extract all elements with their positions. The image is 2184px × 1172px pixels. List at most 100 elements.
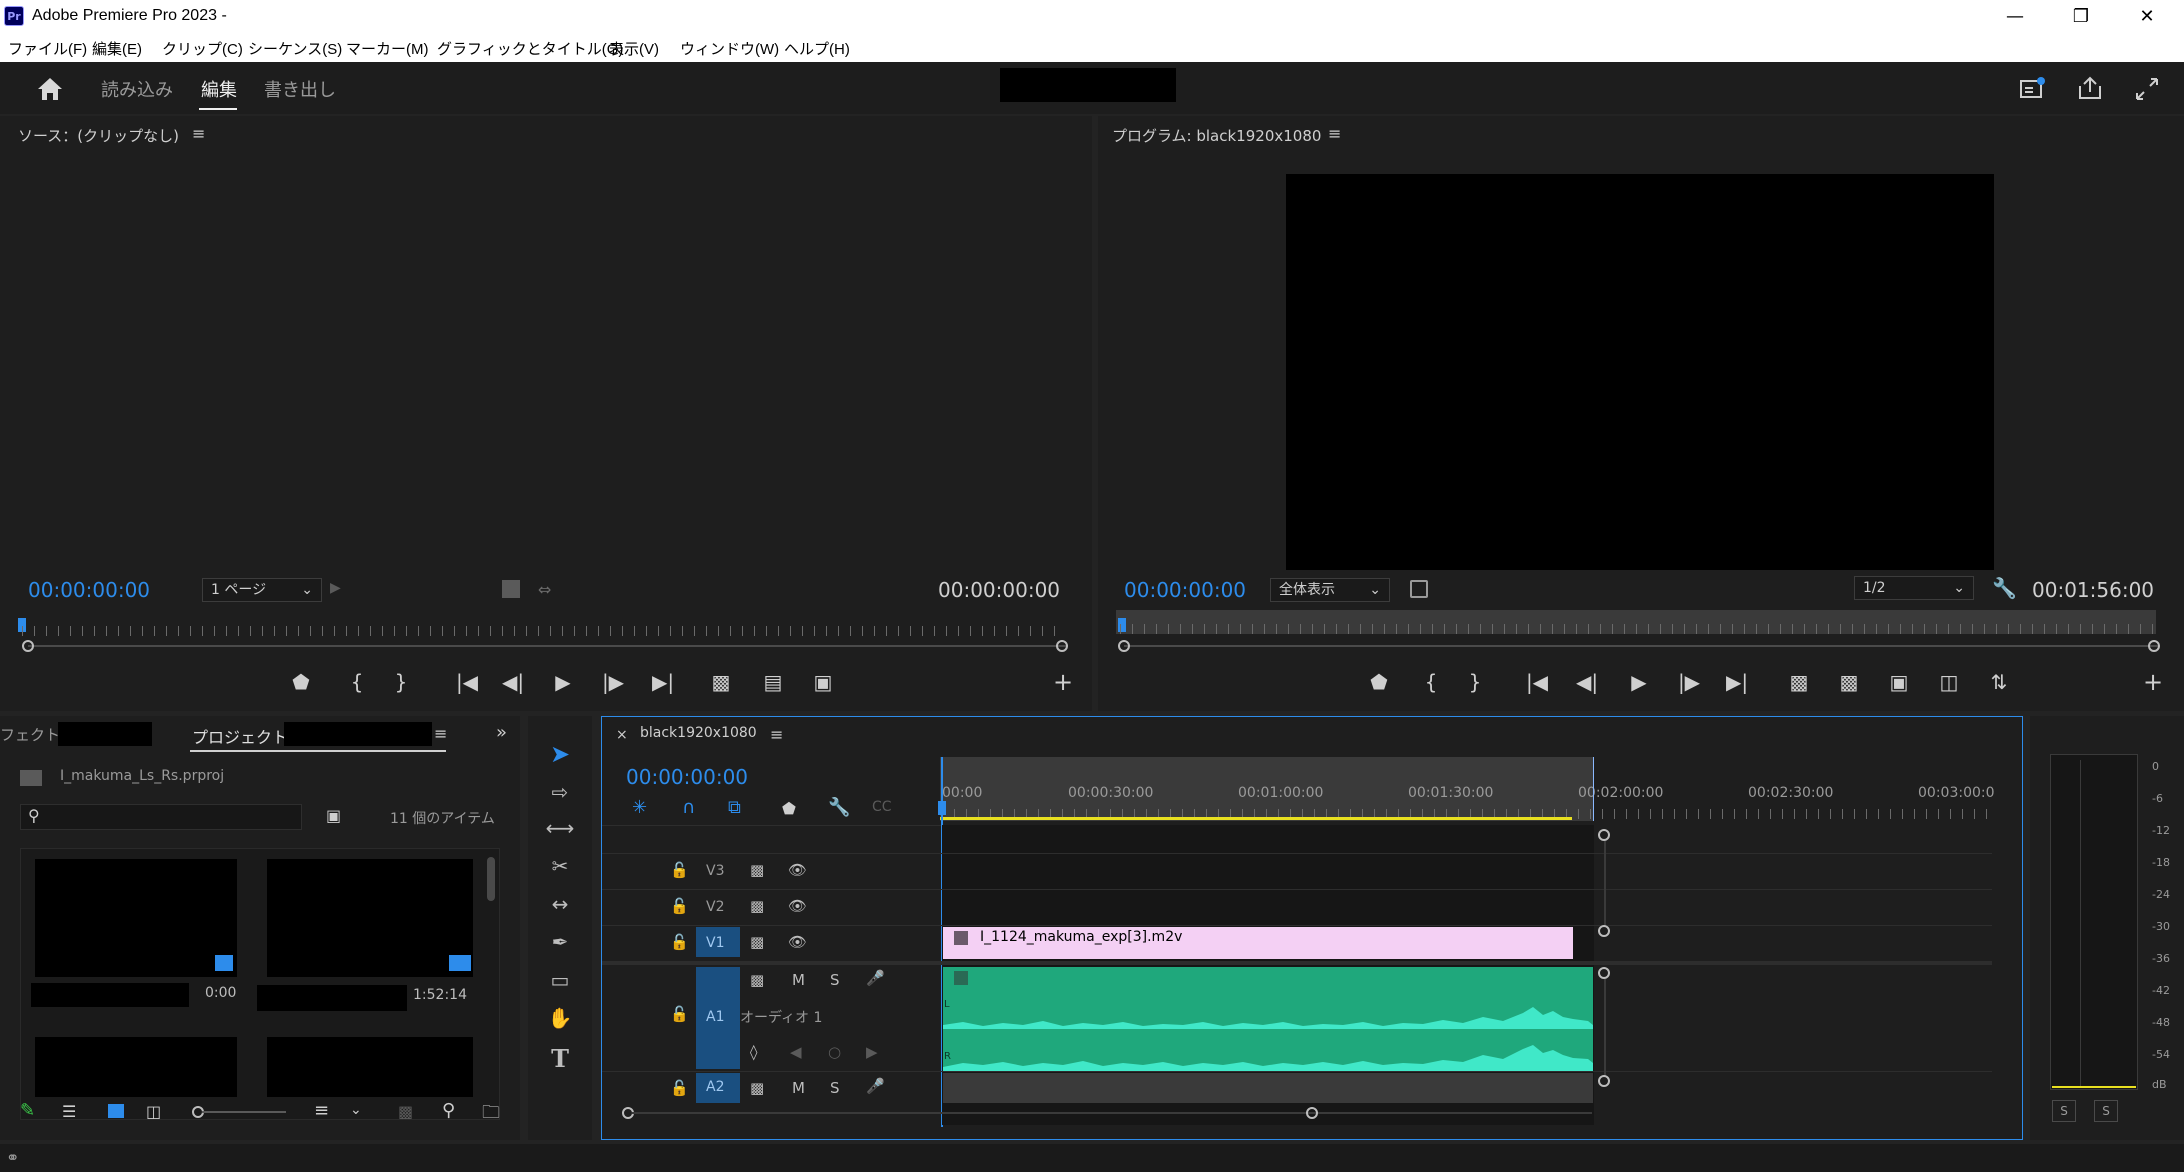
source-zoom-handle-left[interactable] xyxy=(22,640,34,652)
sync-lock-icon[interactable]: ▩ xyxy=(750,897,764,915)
media-thumbnail[interactable] xyxy=(267,1037,473,1097)
program-timecode-in[interactable]: 00:00:00:00 xyxy=(1124,578,1246,602)
mark-in-icon[interactable]: { xyxy=(1416,670,1446,694)
add-marker-icon[interactable]: ⬟ xyxy=(1364,670,1394,694)
drag-video-icon[interactable]: ⇔ xyxy=(538,580,551,599)
program-video-frame[interactable] xyxy=(1286,174,1994,570)
track-label-a1[interactable]: A1 xyxy=(706,1009,724,1025)
toggle-proxies-icon[interactable]: ⇅ xyxy=(1984,670,2014,694)
menu-file[interactable]: ファイル(F) xyxy=(8,38,87,59)
sort-icon[interactable]: ≡ xyxy=(314,1100,329,1121)
go-to-out-icon[interactable]: ▶| xyxy=(648,670,678,694)
captions-icon[interactable]: CC xyxy=(872,799,892,815)
settings-square-icon[interactable] xyxy=(502,580,520,598)
search-input[interactable] xyxy=(20,804,302,830)
program-zoom-select[interactable]: 全体表示 ⌄ xyxy=(1270,578,1390,602)
menu-view[interactable]: 表示(V) xyxy=(609,38,659,59)
razor-tool-icon[interactable]: ✂ xyxy=(540,854,580,878)
source-zoom-handle-right[interactable] xyxy=(1056,640,1068,652)
mute-button[interactable]: M xyxy=(792,1079,805,1097)
track-select-tool-icon[interactable]: ⇨ xyxy=(540,780,580,804)
share-icon[interactable] xyxy=(2076,74,2104,102)
menu-window[interactable]: ウィンドウ(W) xyxy=(680,38,779,59)
linked-selection-icon[interactable]: ⧉ xyxy=(728,797,741,818)
panel-menu-icon[interactable]: ≡ xyxy=(434,724,447,743)
panel-menu-icon[interactable]: ≡ xyxy=(192,124,205,143)
sync-lock-icon[interactable]: ▩ xyxy=(750,933,764,951)
wrench-icon[interactable]: 🔧 xyxy=(828,797,850,818)
source-page-select[interactable]: 1 ページ ⌄ xyxy=(202,578,322,602)
solo-button[interactable]: S xyxy=(830,971,840,989)
play-icon[interactable]: ▶ xyxy=(1624,670,1654,694)
add-keyframe-icon[interactable]: ○ xyxy=(828,1043,841,1061)
lock-icon[interactable]: 🔓 xyxy=(670,861,689,879)
h-scroll-handle-right[interactable] xyxy=(1306,1107,1318,1119)
selection-tool-icon[interactable]: ➤ xyxy=(540,740,580,768)
step-forward-icon[interactable]: |▶ xyxy=(1674,670,1704,694)
extract-icon[interactable]: ▩ xyxy=(1834,670,1864,694)
menu-help[interactable]: ヘルプ(H) xyxy=(784,38,850,59)
media-thumbnail[interactable] xyxy=(35,1037,237,1097)
source-zoom-bar[interactable] xyxy=(28,645,1068,647)
automate-icon[interactable]: ▩ xyxy=(398,1102,413,1121)
lock-icon[interactable]: 🔓 xyxy=(670,897,689,915)
microphone-icon[interactable]: 🎤 xyxy=(866,969,885,987)
media-thumbnail[interactable] xyxy=(35,859,237,977)
rectangle-tool-icon[interactable]: ▭ xyxy=(540,968,580,992)
add-marker-icon[interactable]: ⬟ xyxy=(286,670,316,694)
solo-button[interactable]: S xyxy=(830,1079,840,1097)
button-editor-plus-icon[interactable]: + xyxy=(2138,668,2168,696)
lock-icon[interactable]: 🔓 xyxy=(670,933,689,951)
a-scroll-handle-top[interactable] xyxy=(1598,967,1610,979)
eye-icon[interactable]: 👁 xyxy=(788,861,807,879)
program-zoom-handle-left[interactable] xyxy=(1118,640,1130,652)
microphone-icon[interactable]: 🎤 xyxy=(866,1077,885,1095)
program-resolution-select[interactable]: 1/2 ⌄ xyxy=(1854,576,1974,600)
fit-icon[interactable] xyxy=(1410,580,1428,598)
step-back-icon[interactable]: ◀| xyxy=(498,670,528,694)
list-view-icon[interactable]: ☰ xyxy=(62,1102,76,1121)
horizontal-scrollbar[interactable] xyxy=(632,1112,1592,1114)
v-scroll-handle-bottom[interactable] xyxy=(1598,925,1610,937)
mute-button[interactable]: M xyxy=(792,971,805,989)
ripple-edit-tool-icon[interactable]: ⟷ xyxy=(540,816,580,840)
hand-tool-icon[interactable]: ✋ xyxy=(540,1006,580,1030)
export-frame-icon[interactable]: ▣ xyxy=(1884,670,1914,694)
panel-menu-icon[interactable]: ≡ xyxy=(770,725,783,744)
go-to-out-icon[interactable]: ▶| xyxy=(1722,670,1752,694)
meter-solo-right[interactable]: S xyxy=(2094,1100,2118,1122)
track-label-v3[interactable]: V3 xyxy=(706,863,724,879)
home-icon[interactable] xyxy=(36,76,64,102)
fullscreen-icon[interactable] xyxy=(2134,76,2160,102)
menu-edit[interactable]: 編集(E) xyxy=(92,38,142,59)
chevron-down-icon[interactable]: ⌄ xyxy=(350,1102,362,1118)
slip-tool-icon[interactable]: ↔ xyxy=(540,892,580,916)
tab-effects[interactable]: フェクト: xyxy=(0,724,65,745)
sync-lock-icon[interactable]: ▩ xyxy=(750,971,764,989)
next-keyframe-icon[interactable]: ▶ xyxy=(866,1043,878,1061)
eye-icon[interactable]: 👁 xyxy=(788,933,807,951)
new-bin-icon[interactable]: 🗀 xyxy=(482,1100,500,1130)
play-icon[interactable]: ▶ xyxy=(548,670,578,694)
source-ruler[interactable] xyxy=(22,626,1062,636)
timeline-timecode[interactable]: 00:00:00:00 xyxy=(626,765,748,789)
lock-icon[interactable]: 🔓 xyxy=(670,1005,689,1023)
step-back-icon[interactable]: ◀| xyxy=(1572,670,1602,694)
wrench-icon[interactable]: 🔧 xyxy=(1992,576,2017,600)
audio-vertical-scrollbar[interactable] xyxy=(1604,979,1606,1077)
sync-lock-icon[interactable]: ▩ xyxy=(750,1079,764,1097)
media-thumbnail[interactable] xyxy=(267,859,473,977)
overwrite-icon[interactable]: ▤ xyxy=(758,670,788,694)
close-icon[interactable]: × xyxy=(616,727,628,743)
find-icon[interactable]: ▣ xyxy=(326,806,341,825)
restore-icon[interactable]: ❐ xyxy=(2048,0,2114,34)
creative-cloud-icon[interactable]: ⚭ xyxy=(6,1148,19,1167)
nest-icon[interactable]: ✳ xyxy=(632,797,647,818)
expand-panels-icon[interactable]: » xyxy=(496,722,507,743)
track-label-v2[interactable]: V2 xyxy=(706,899,724,915)
program-zoom-bar[interactable] xyxy=(1124,645,2160,647)
mark-in-icon[interactable]: { xyxy=(342,670,372,694)
tab-export[interactable]: 書き出し xyxy=(264,76,336,102)
close-icon[interactable]: ✕ xyxy=(2114,0,2180,34)
pen-tool-icon[interactable]: ✒ xyxy=(540,930,580,954)
